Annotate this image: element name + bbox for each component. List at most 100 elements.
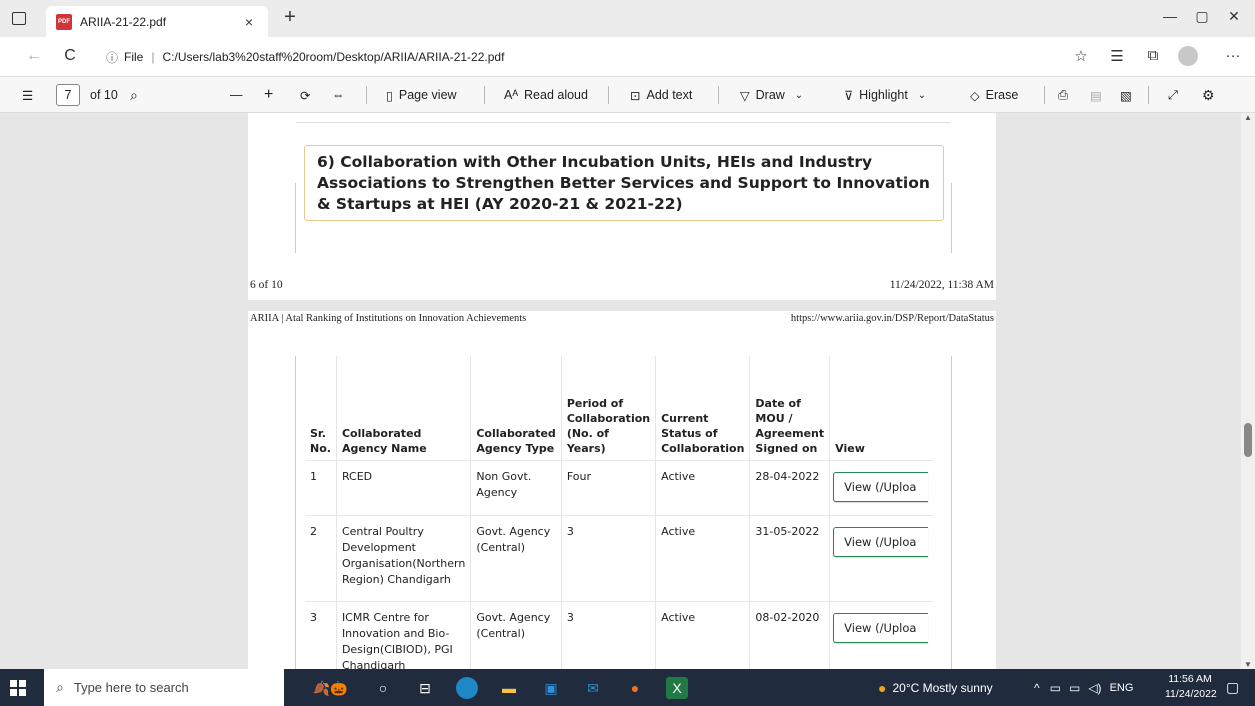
zoom-in-button[interactable]: + [264,77,273,113]
cell-date: 28-04-2022 [749,459,830,515]
firefox-icon[interactable]: ● [624,677,646,699]
cell-view: View (/Uploa [829,600,934,669]
column-header: Collaborated Agency Type [470,356,562,460]
more-icon[interactable]: ··· [1222,47,1244,64]
cell-agency-type: Non Govt. Agency [470,459,562,515]
toolbar-divider [484,86,485,104]
page-footer-right: 11/24/2022, 11:38 AM [889,279,994,291]
mail-icon[interactable]: ✉ [582,677,604,699]
profile-avatar[interactable] [1178,46,1198,66]
clock[interactable]: 11:56 AM 11/24/2022 [1165,672,1217,702]
language-indicator[interactable]: ENG [1110,682,1134,694]
add-text-label: Add text [646,88,693,102]
fullscreen-icon[interactable]: ⤢ [1168,77,1178,113]
maximize-button[interactable]: ▢ [1190,8,1214,25]
section-frame-left [295,183,296,253]
add-text-icon: ⊡ [630,88,641,103]
display-icon[interactable]: ▭ [1069,681,1080,695]
pdf-toolbar: ☰ 7 of 10 ⌕ — + ⟳ ⇔ ▯ Page view Aᴬ Read al… [0,77,1255,113]
page-view-label: Page view [398,88,457,102]
new-tab-button[interactable]: + [278,6,302,29]
cell-sr: 2 [305,514,337,601]
cell-status: Active [655,600,750,669]
view-upload-link[interactable]: View (/Uploa [833,526,929,557]
find-icon[interactable]: ⌕ [130,77,138,113]
taskbar-search[interactable]: ⌕ Type here to search [44,669,284,706]
weather-text: 20°C Mostly sunny [892,680,993,695]
scroll-down-icon[interactable]: ▼ [1244,660,1252,669]
cell-agency-name: RCED [335,459,471,515]
column-header: Sr. No. [310,426,331,455]
cell-view: View (/Uploa [829,459,934,515]
vertical-scrollbar[interactable]: ▲ ▼ [1241,113,1255,669]
erase-button[interactable]: ◇ Erase [970,77,1018,113]
read-aloud-icon: Aᴬ [504,88,519,102]
minimize-button[interactable]: — [1158,8,1182,24]
view-upload-link[interactable]: View (/Uploa [833,612,929,643]
windows-start-icon[interactable] [10,680,26,696]
excel-icon[interactable]: X [666,677,688,699]
chevron-up-icon[interactable]: ^ [1034,681,1040,695]
cell-agency-name: Central Poultry Development Organisation… [335,514,471,601]
save-as-icon[interactable]: ▧ [1120,77,1132,113]
contents-icon[interactable]: ☰ [22,77,33,113]
highlight-button[interactable]: ⊽ Highlight ⌄ [844,77,926,113]
cell-agency-type: Govt. Agency (Central) [470,600,562,669]
page-footer-left: 6 of 10 [250,279,283,291]
scrollbar-thumb[interactable] [1244,423,1252,457]
highlight-label: Highlight [859,88,908,102]
print-icon[interactable]: ⎙ [1058,77,1068,113]
save-icon[interactable]: ▤ [1090,77,1102,113]
draw-button[interactable]: ▽ Draw ⌄ [740,77,803,113]
view-upload-link[interactable]: View (/Uploa [833,471,929,502]
cell-date: 08-02-2020 [749,600,830,669]
volume-icon[interactable]: ◁) [1088,681,1101,695]
column-header: Collaborated Agency Name [335,356,471,460]
info-icon[interactable]: ⓘ [106,49,118,66]
store-icon[interactable]: ▣ [540,677,562,699]
read-aloud-button[interactable]: Aᴬ Read aloud [504,77,588,113]
thanksgiving-widget-icon[interactable]: 🍂🎃 [300,677,360,699]
back-icon[interactable]: ← [24,47,44,65]
fit-width-icon[interactable]: ⇔ [332,77,345,113]
add-text-button[interactable]: ⊡ Add text [630,77,692,113]
clock-time: 11:56 AM [1168,673,1212,685]
weather-widget[interactable]: ● 20°C Mostly sunny [878,669,993,706]
chevron-down-icon: ⌄ [794,89,804,101]
cortana-icon[interactable]: ○ [372,677,394,699]
scroll-up-icon[interactable]: ▲ [1244,113,1252,122]
tab-pdf[interactable]: PDF ARIIA-21-22.pdf × [46,6,268,37]
page-number-input[interactable]: 7 [56,84,80,106]
table-row: 3 ICMR Centre for Innovation and Bio-Des… [305,600,934,669]
edge-browser-icon[interactable] [456,677,478,699]
pdf-icon: PDF [56,13,72,30]
page-view-button[interactable]: ▯ Page view [386,77,457,113]
notification-icon[interactable]: ▢ [1226,669,1239,706]
refresh-icon[interactable]: C [60,47,80,65]
cell-period: 3 [560,600,656,669]
zoom-out-button[interactable]: — [230,77,243,113]
tab-actions-icon[interactable] [12,12,26,25]
draw-label: Draw [755,88,785,102]
settings-gear-icon[interactable]: ⚙ [1202,77,1215,113]
system-tray: ^ ▭ ▭ ◁) ENG [1034,669,1133,706]
tab-close-icon[interactable]: × [240,14,258,30]
rotate-icon[interactable]: ⟳ [300,77,310,113]
clock-date: 11/24/2022 [1165,688,1217,700]
favorite-star-icon[interactable]: ☆ [1070,47,1092,65]
toolbar-divider [608,86,609,104]
collections-icon[interactable]: ⧉ [1142,47,1164,64]
pdf-viewer[interactable]: ▀ ▀ ▀▀▀ ▀▀ ▀▀▀▀ ▀▀ ▀▀ ▀▀▀ ▀▀ ▀▀▀ ▀▀▀▀▀ ▀… [0,113,1255,669]
network-icon[interactable]: ▭ [1050,681,1061,695]
cut-off-heading: ▀ ▀ ▀▀▀ ▀▀ ▀▀▀▀ ▀▀ ▀▀ ▀▀▀ ▀▀ ▀▀▀ ▀▀▀▀▀ ▀… [296,113,950,123]
toolbar-divider [1148,86,1149,104]
close-window-button[interactable]: ✕ [1222,8,1246,25]
table-row: 1 RCED Non Govt. Agency Four Active 28-0… [305,459,934,515]
task-view-icon[interactable]: ⊟ [414,677,436,699]
favorites-icon[interactable]: ☰ [1106,47,1128,65]
url-separator: | [151,50,155,64]
cell-period: Four [560,459,656,515]
url-text: C:/Users/lab3%20staff%20room/Desktop/ARI… [162,50,505,64]
file-explorer-icon[interactable]: ▬ [498,677,520,699]
taskbar: ⌕ Type here to search 🍂🎃 ○ ⊟ ▬ ▣ ✉ ● X ●… [0,669,1255,706]
